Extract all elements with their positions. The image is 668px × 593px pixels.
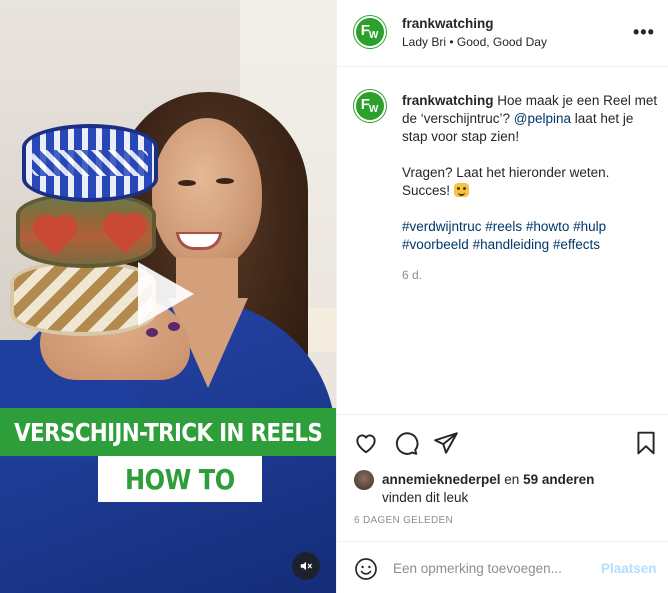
post-caption: FW frankwatching Hoe maak je een Reel me… [337,68,668,414]
send-icon[interactable] [433,430,459,456]
video-subtitle-banner: HOW TO [98,456,262,502]
video-title-banner: VERSCHIJN-TRICK IN REELS [0,408,336,456]
cowboy-emoji-icon [453,183,469,197]
hashtag-link[interactable]: #verdwijntruc [402,219,482,234]
caption-timestamp[interactable]: 6 d. [402,268,422,282]
caption-avatar[interactable]: FW [354,90,386,122]
person-eye [216,178,234,184]
more-options-icon[interactable]: ••• [633,22,655,43]
account-avatar[interactable]: FW [354,16,386,48]
caption-question-text: Vragen? Laat het hieronder weten. Succes… [402,165,610,198]
video-subtitle: HOW TO [125,462,235,496]
avatar-letter: W [368,29,379,41]
liker-username[interactable]: annemieknederpel [382,472,501,487]
post-header: FW frankwatching Lady Bri • Good, Good D… [337,0,668,67]
heart-pattern [106,216,144,254]
caption-text: frankwatching Hoe maak je een Reel met d… [402,92,658,254]
hashtag-link[interactable]: #hulp [573,219,606,234]
post-media[interactable]: VERSCHIJN-TRICK IN REELS HOW TO [0,0,336,593]
hashtag-link[interactable]: #howto [526,219,570,234]
action-bar [337,414,668,470]
mute-button[interactable] [292,552,320,580]
likes-suffix: vinden dit leuk [382,490,469,505]
caption-question: Vragen? Laat het hieronder weten. Succes… [402,164,658,200]
smiley-icon[interactable] [354,557,378,581]
comment-form: Plaatsen [337,541,668,593]
account-username[interactable]: frankwatching [402,16,494,31]
bangle-hearts [16,192,156,268]
bangle-beige [10,260,156,336]
hashtag-link[interactable]: #reels [485,219,522,234]
hashtag-list: #verdwijntruc #reels #howto #hulp #voorb… [402,218,658,254]
comment-icon[interactable] [393,430,419,456]
speaker-muted-icon [300,561,312,571]
hashtag-link[interactable]: #handleiding [473,237,550,252]
likes-line: annemieknederpel en 59 anderen [382,472,594,487]
heart-pattern [36,218,74,256]
mention-link[interactable]: @pelpina [514,111,571,126]
likes-connector: en [500,472,524,487]
bangle-blue [22,124,158,202]
hashtag-link[interactable]: #effects [553,237,600,252]
play-icon[interactable] [138,262,194,326]
post-date[interactable]: 6 DAGEN GELEDEN [354,515,453,526]
avatar-letter: W [368,103,379,115]
fingernail [146,328,158,337]
person-eye [178,180,196,186]
caption-username[interactable]: frankwatching [402,93,494,108]
hashtag-link[interactable]: #voorbeeld [402,237,469,252]
likes-count-link[interactable]: 59 anderen [523,472,594,487]
comment-input[interactable] [393,556,593,580]
heart-icon[interactable] [353,430,379,456]
bookmark-icon[interactable] [633,430,659,456]
video-title: VERSCHIJN-TRICK IN REELS [13,417,323,447]
liker-avatar[interactable] [354,470,374,490]
post-side-panel: FW frankwatching Lady Bri • Good, Good D… [336,0,668,593]
post-comment-button[interactable]: Plaatsen [601,561,657,576]
audio-track[interactable]: Lady Bri • Good, Good Day [402,35,547,49]
